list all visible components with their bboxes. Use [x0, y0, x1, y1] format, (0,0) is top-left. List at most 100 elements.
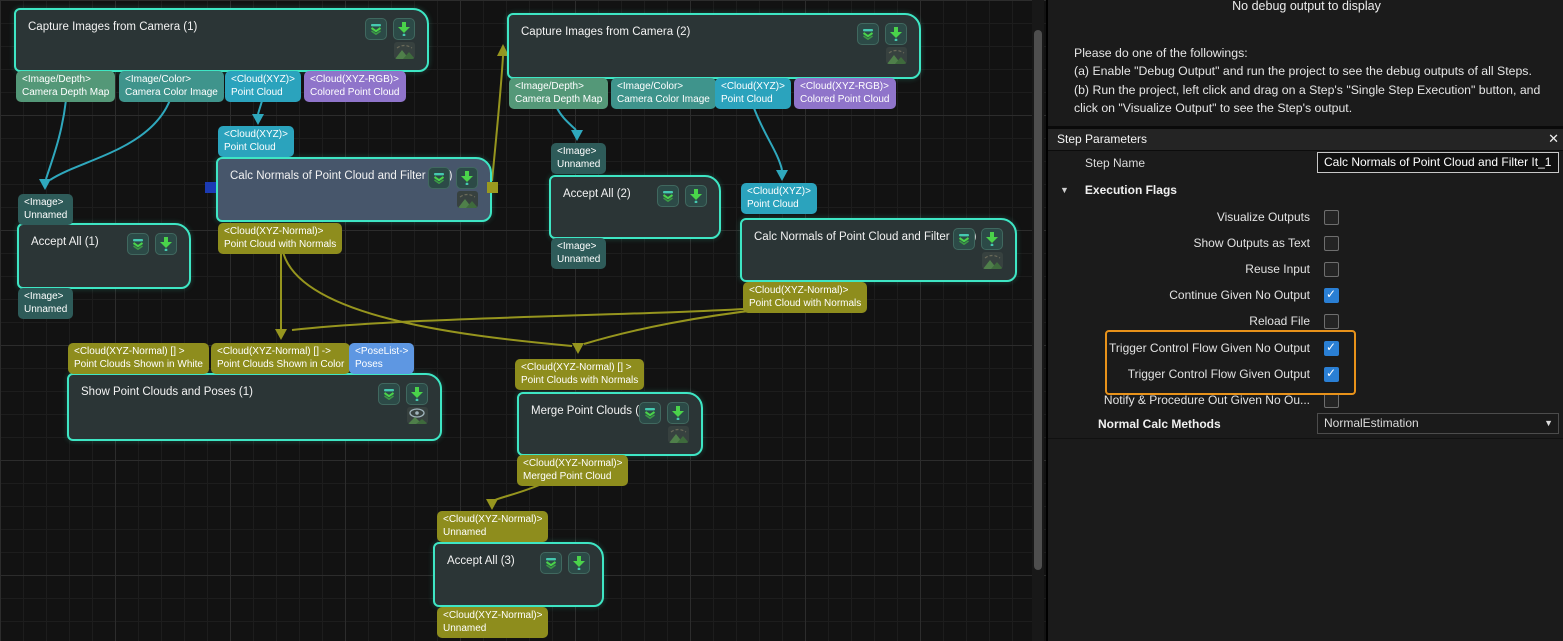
execution-flags-header[interactable]: ▼Execution Flags — [1060, 183, 1177, 197]
checkbox-continue-given-no-output[interactable] — [1324, 288, 1339, 303]
panel-divider — [1048, 438, 1563, 439]
control-flow-output-connector[interactable] — [487, 182, 498, 193]
port-label: Unnamed — [557, 158, 600, 171]
single-step-execution-button[interactable] — [155, 233, 177, 255]
flag-label-visualize-outputs: Visualize Outputs — [1217, 210, 1310, 224]
port-point-clouds-with-normals[interactable]: <Cloud(XYZ-Normal) [] > Point Clouds wit… — [515, 359, 644, 390]
normal-calc-methods-dropdown[interactable]: NormalEstimation ▼ — [1317, 413, 1559, 434]
single-step-execution-button[interactable] — [406, 383, 428, 405]
debug-empty-title: No debug output to display — [1048, 0, 1563, 13]
scrollbar-thumb[interactable] — [1034, 30, 1042, 570]
single-step-execution-button[interactable] — [393, 18, 415, 40]
port-label: Unnamed — [443, 526, 542, 539]
double-chevron-down-icon — [131, 238, 145, 250]
port-camera-depth-map[interactable]: <Image/Depth> Camera Depth Map — [16, 71, 115, 102]
port-camera-color-image[interactable]: <Image/Color> Camera Color Image — [119, 71, 224, 102]
parameters-collapse-button[interactable] — [127, 233, 149, 255]
checkbox-trigger-cf-output[interactable] — [1324, 367, 1339, 382]
parameters-collapse-button[interactable] — [540, 552, 562, 574]
port-colored-point-cloud[interactable]: <Cloud(XYZ-RGB)> Colored Point Cloud — [304, 71, 406, 102]
step-down-arrow-icon — [672, 406, 684, 420]
port-label: Point Clouds with Normals — [521, 374, 638, 387]
node-calc-normals-1[interactable]: Calc Normals of Point Cloud and Filter I… — [216, 157, 492, 222]
debug-output-panel: No debug output to display Please do one… — [1048, 0, 1563, 129]
step-down-arrow-icon — [398, 22, 410, 36]
node-capture-images-1[interactable]: Capture Images from Camera (1) — [14, 8, 429, 72]
port-merged-point-cloud[interactable]: <Cloud(XYZ-Normal)> Merged Point Cloud — [517, 455, 628, 486]
step-name-input[interactable]: Calc Normals of Point Cloud and Filter I… — [1317, 152, 1559, 173]
port-label: Camera Color Image — [617, 93, 710, 106]
port-image-unnamed-in[interactable]: <Image> Unnamed — [18, 194, 73, 225]
parameters-collapse-button[interactable] — [365, 18, 387, 40]
port-point-cloud-with-normals[interactable]: <Cloud(XYZ-Normal)> Point Cloud with Nor… — [218, 223, 342, 254]
single-step-execution-button[interactable] — [568, 552, 590, 574]
right-panel: No debug output to display Please do one… — [1046, 0, 1563, 641]
single-step-execution-button[interactable] — [456, 167, 478, 189]
node-capture-images-2[interactable]: Capture Images from Camera (2) — [507, 13, 921, 79]
port-poses[interactable]: <PoseList-> Poses — [349, 343, 414, 374]
step-down-arrow-icon — [986, 232, 998, 246]
checkbox-trigger-cf-no-output[interactable] — [1324, 341, 1339, 356]
port-point-cloud-input[interactable]: <Cloud(XYZ)> Point Cloud — [218, 126, 294, 157]
port-point-cloud[interactable]: <Cloud(XYZ)> Point Cloud — [225, 71, 301, 102]
port-label: Camera Depth Map — [515, 93, 602, 106]
node-accept-all-1[interactable]: Accept All (1) — [17, 223, 191, 289]
checkbox-reload-file[interactable] — [1324, 314, 1339, 329]
node-merge-point-clouds-1[interactable]: Merge Point Clouds (1) — [517, 392, 703, 456]
port-camera-depth-map[interactable]: <Image/Depth> Camera Depth Map — [509, 78, 608, 109]
parameters-collapse-button[interactable] — [657, 185, 679, 207]
port-image-unnamed-in[interactable]: <Image> Unnamed — [551, 143, 606, 174]
port-type: <Image/Color> — [125, 73, 218, 86]
port-cloud-normal-unnamed-in[interactable]: <Cloud(XYZ-Normal)> Unnamed — [437, 511, 548, 542]
dropdown-selected-value: NormalEstimation — [1324, 416, 1419, 430]
step-down-arrow-icon — [573, 556, 585, 570]
node-title: Merge Point Clouds (1) — [531, 405, 649, 417]
parameters-collapse-button[interactable] — [639, 402, 661, 424]
single-step-execution-button[interactable] — [885, 23, 907, 45]
port-type: <Cloud(XYZ-Normal)> — [224, 225, 336, 238]
port-camera-color-image[interactable]: <Image/Color> Camera Color Image — [611, 78, 716, 109]
port-type: <Image> — [24, 196, 67, 209]
node-accept-all-3[interactable]: Accept All (3) — [433, 542, 604, 607]
parameters-collapse-button[interactable] — [857, 23, 879, 45]
app-window: Capture Images from Camera (1) <Image/De… — [0, 0, 1563, 641]
port-colored-point-cloud[interactable]: <Cloud(XYZ-RGB)> Colored Point Cloud — [794, 78, 896, 109]
step-parameters-header: Step Parameters ✕ — [1048, 129, 1563, 151]
node-title: Calc Normals of Point Cloud and Filter I… — [230, 170, 452, 182]
port-image-unnamed-out[interactable]: <Image> Unnamed — [18, 288, 73, 319]
close-icon[interactable]: ✕ — [1548, 131, 1559, 147]
control-flow-input-connector[interactable] — [205, 182, 216, 193]
parameters-collapse-button[interactable] — [953, 228, 975, 250]
port-point-clouds-shown-in-white[interactable]: <Cloud(XYZ-Normal) [] > Point Clouds Sho… — [68, 343, 209, 374]
port-point-clouds-shown-in-color[interactable]: <Cloud(XYZ-Normal) [] -> Point Clouds Sh… — [211, 343, 350, 374]
port-cloud-normal-unnamed-out[interactable]: <Cloud(XYZ-Normal)> Unnamed — [437, 607, 548, 638]
port-type: <Cloud(XYZ-Normal) [] -> — [217, 345, 344, 358]
checkbox-reuse-input[interactable] — [1324, 262, 1339, 277]
port-image-unnamed-out[interactable]: <Image> Unnamed — [551, 238, 606, 269]
port-label: Point Clouds Shown in White — [74, 358, 203, 371]
checkbox-notify-procedure-out[interactable] — [1324, 393, 1339, 408]
port-point-cloud[interactable]: <Cloud(XYZ)> Point Cloud — [715, 78, 791, 109]
port-type: <Image/Depth> — [22, 73, 109, 86]
port-point-cloud-input[interactable]: <Cloud(XYZ)> Point Cloud — [741, 183, 817, 214]
node-accept-all-2[interactable]: Accept All (2) — [549, 175, 721, 239]
flag-label-continue-given-no-output: Continue Given No Output — [1169, 288, 1310, 302]
single-step-execution-button[interactable] — [667, 402, 689, 424]
parameters-collapse-button[interactable] — [378, 383, 400, 405]
checkbox-show-outputs-as-text[interactable] — [1324, 236, 1339, 251]
node-calc-normals-2[interactable]: Calc Normals of Point Cloud and Filter I… — [740, 218, 1017, 282]
checkbox-visualize-outputs[interactable] — [1324, 210, 1339, 225]
single-step-execution-button[interactable] — [685, 185, 707, 207]
graph-vertical-scrollbar[interactable] — [1032, 0, 1044, 641]
port-label: Camera Depth Map — [22, 86, 109, 99]
node-graph-canvas[interactable]: Capture Images from Camera (1) <Image/De… — [0, 0, 1046, 641]
port-point-cloud-with-normals[interactable]: <Cloud(XYZ-Normal)> Point Cloud with Nor… — [743, 282, 867, 313]
node-show-point-clouds-poses-1[interactable]: Show Point Clouds and Poses (1) — [67, 373, 442, 441]
parameters-collapse-button[interactable] — [428, 167, 450, 189]
node-title: Capture Images from Camera (1) — [28, 21, 197, 33]
single-step-execution-button[interactable] — [981, 228, 1003, 250]
step-down-arrow-icon — [890, 27, 902, 41]
image-thumbnail-icon — [457, 191, 478, 208]
port-label: Unnamed — [24, 209, 67, 222]
collapse-triangle-icon: ▼ — [1060, 185, 1069, 195]
